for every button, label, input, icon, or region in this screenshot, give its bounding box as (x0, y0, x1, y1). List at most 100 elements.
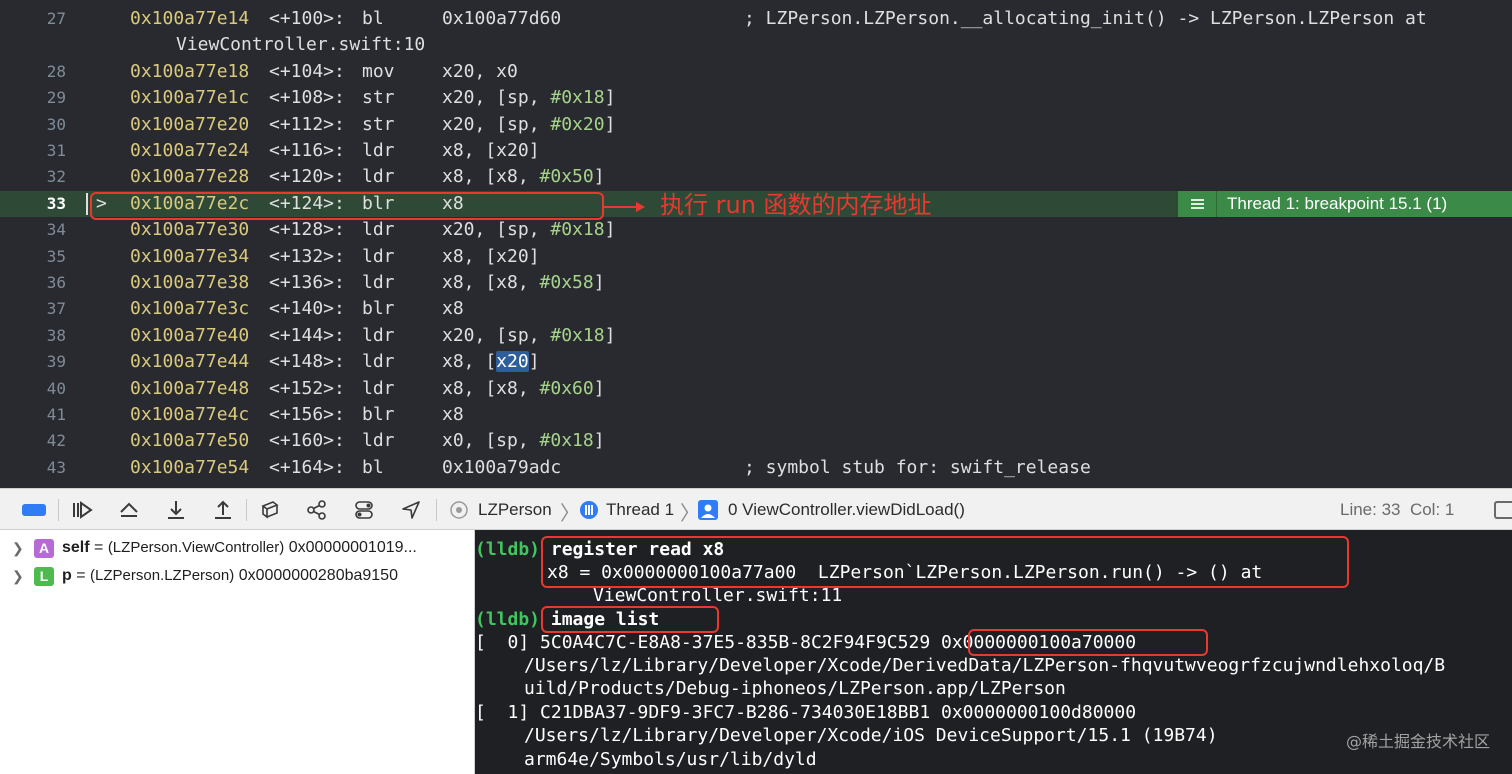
disassembly-line[interactable]: 40 0x100a77e48 <+152>: ldr x8, [x8, #0x60] (0, 376, 1512, 402)
instruction-address: 0x100a77e50 (130, 430, 250, 452)
line-number: 42 (46, 431, 66, 451)
line-number: 35 (46, 246, 66, 266)
operand-token: #0x58 (539, 272, 594, 293)
operand-token: ] (593, 430, 605, 452)
instruction-address: 0x100a77e38 (130, 272, 250, 293)
operand-token: x0, [sp, (442, 430, 540, 452)
disassembly-line[interactable]: 43 0x100a77e54 <+164>: bl 0x100a79adc ; symbo… (0, 455, 1512, 481)
instruction-address: 0x100a77e4c (130, 404, 250, 425)
disassembly-line[interactable]: 42 0x100a77e50 <+160>: ldr x0, [sp, #0x18] (0, 428, 1512, 454)
breadcrumb-frame[interactable]: 0 ViewController.viewDidLoad() (728, 499, 965, 521)
menu-icon[interactable] (1178, 191, 1217, 217)
instruction-mnemonic: bl (362, 456, 384, 478)
operand-token: x8, [x20] (442, 140, 540, 161)
instruction-address: 0x100a77e44 (130, 351, 250, 373)
breadcrumb-project[interactable]: LZPerson (478, 499, 552, 521)
instruction-operands: x8, [x20] (442, 349, 540, 375)
simulate-location-icon[interactable] (399, 498, 423, 522)
disassembly-line[interactable]: 38 0x100a77e40 <+144>: ldr x20, [sp, #0x18] (0, 323, 1512, 349)
disassembly-line[interactable]: 27 0x100a77e14 <+100>: bl 0x100a77d60 ; LZPer… (0, 6, 1512, 32)
breakpoints-toggle-icon[interactable] (22, 504, 46, 516)
operand-token: x8, [ (442, 351, 497, 373)
variable-kind-badge: A (34, 539, 54, 558)
panel-toggle-icon[interactable] (1494, 501, 1512, 519)
operand-token: x8, [x8, (442, 166, 540, 188)
disassembly-line[interactable]: 35 0x100a77e34 <+132>: ldr x8, [x20] (0, 244, 1512, 270)
disassembly-line[interactable]: 28 0x100a77e18 <+104>: mov x20, x0 (0, 59, 1512, 85)
operand-token: x8, [x8, (442, 272, 540, 293)
instruction-address: 0x100a77e14 (130, 8, 250, 29)
operand-token: ] (604, 324, 616, 346)
instruction-operands: x8, [x20] (442, 138, 540, 164)
thread-breakpoint-badge[interactable]: Thread 1: breakpoint 15.1 (1) (1178, 191, 1512, 217)
instruction-operands: x20, [sp, #0x20] (442, 112, 615, 138)
toolbar-divider (436, 499, 437, 521)
disassembly-line[interactable]: 30 0x100a77e20 <+112>: str x20, [sp, #0x20] (0, 112, 1512, 138)
step-out-icon[interactable] (211, 498, 235, 522)
disassembly-line[interactable]: 29 0x100a77e1c <+108>: str x20, [sp, #0x18] (0, 85, 1512, 111)
operand-token: #0x60 (539, 377, 594, 399)
disassembly-line[interactable]: 41 0x100a77e4c <+156>: blr x8 (0, 402, 1512, 428)
toolbar-divider (246, 499, 247, 521)
thread-badge-label: Thread 1: breakpoint 15.1 (1) (1227, 194, 1448, 213)
stack-frame-icon (698, 500, 718, 520)
instruction-offset: <+112>: (269, 113, 345, 135)
operand-token: #0x18 (539, 430, 594, 452)
instruction-operands: x20, [sp, #0x18] (442, 323, 615, 349)
operand-token: ] (528, 351, 540, 373)
disclosure-triangle-icon[interactable]: ❯ (12, 562, 24, 590)
step-over-icon[interactable] (117, 498, 141, 522)
instruction-mnemonic: str (362, 113, 395, 135)
line-number: 37 (46, 299, 66, 319)
chevron-right-icon: 〉 (560, 503, 580, 525)
lldb-prompt: (lldb) (475, 609, 541, 630)
variable-row[interactable]: ❯ Lp = (LZPerson.LZPerson) 0x0000000280ba… (0, 562, 474, 590)
disassembly-line[interactable]: 37 0x100a77e3c <+140>: blr x8 (0, 296, 1512, 322)
disassembly-line[interactable]: 39 0x100a77e44 <+148>: ldr x8, [x20] (0, 349, 1512, 375)
annotation-arrow-head (636, 202, 645, 212)
instruction-address: 0x100a77e54 (130, 456, 250, 478)
disassembly-line[interactable]: 34 0x100a77e30 <+128>: ldr x20, [sp, #0x18] (0, 217, 1512, 243)
variables-view[interactable]: ❯ Aself = (LZPerson.ViewController) 0x000… (0, 530, 475, 774)
lldb-console[interactable]: (lldb) register read x8 x8 = 0x000000010… (475, 530, 1512, 774)
variable-name: p (62, 567, 72, 584)
variable-value: 0x0000000280ba9150 (238, 567, 398, 584)
breadcrumb-thread[interactable]: Thread 1 (606, 499, 674, 521)
instruction-offset: <+116>: (269, 140, 345, 161)
instruction-mnemonic: mov (362, 60, 395, 82)
disassembly-editor[interactable]: 27 0x100a77e14 <+100>: bl 0x100a77d60 ; LZPer… (0, 0, 1512, 488)
comment-continuation-line: ViewController.swift:10 (0, 32, 1512, 58)
variable-value: 0x00000001019... (288, 539, 417, 556)
line-number: 28 (46, 61, 66, 81)
load-address-highlight-box (968, 629, 1208, 656)
disassembly-line[interactable]: 36 0x100a77e38 <+136>: ldr x8, [x8, #0x58] (0, 270, 1512, 296)
operand-token: 0x100a79adc (442, 456, 562, 478)
instruction-operands: x8 (442, 296, 464, 322)
disassembly-line[interactable]: 31 0x100a77e24 <+116>: ldr x8, [x20] (0, 138, 1512, 164)
instruction-comment: ViewController.swift:10 (176, 34, 426, 56)
instruction-operands: x8, [x8, #0x60] (442, 376, 605, 402)
debug-view-hierarchy-icon[interactable] (258, 498, 282, 522)
operand-token: x20, [sp, (442, 324, 551, 346)
continue-icon[interactable] (70, 498, 94, 522)
variable-kind-badge: L (34, 567, 54, 586)
disassembly-line[interactable]: 32 0x100a77e28 <+120>: ldr x8, [x8, #0x50] (0, 164, 1512, 190)
instruction-operands: x8, [x8, #0x50] (442, 164, 605, 190)
instruction-mnemonic: blr (362, 298, 395, 320)
thread-icon (580, 501, 598, 519)
operand-token: 0x100a77d60 (442, 8, 562, 29)
disclosure-triangle-icon[interactable]: ❯ (12, 534, 24, 562)
operand-token: x20 (496, 351, 529, 373)
line-column-indicator: Line: 33 Col: 1 (1340, 500, 1455, 519)
memory-graph-icon[interactable] (305, 498, 329, 522)
step-into-icon[interactable] (164, 498, 188, 522)
environment-overrides-icon[interactable] (352, 498, 376, 522)
instruction-mnemonic: ldr (362, 245, 395, 267)
variable-row[interactable]: ❯ Aself = (LZPerson.ViewController) 0x000… (0, 534, 474, 562)
variable-description: p = (LZPerson.LZPerson) 0x0000000280ba91… (62, 567, 398, 584)
instruction-operands: 0x100a77d60 (442, 6, 561, 32)
instruction-offset: <+108>: (269, 87, 345, 109)
variable-type: (LZPerson.LZPerson) (90, 567, 235, 584)
variable-name: self (62, 539, 90, 556)
instruction-operands: x8, [x8, #0x58] (442, 270, 605, 296)
